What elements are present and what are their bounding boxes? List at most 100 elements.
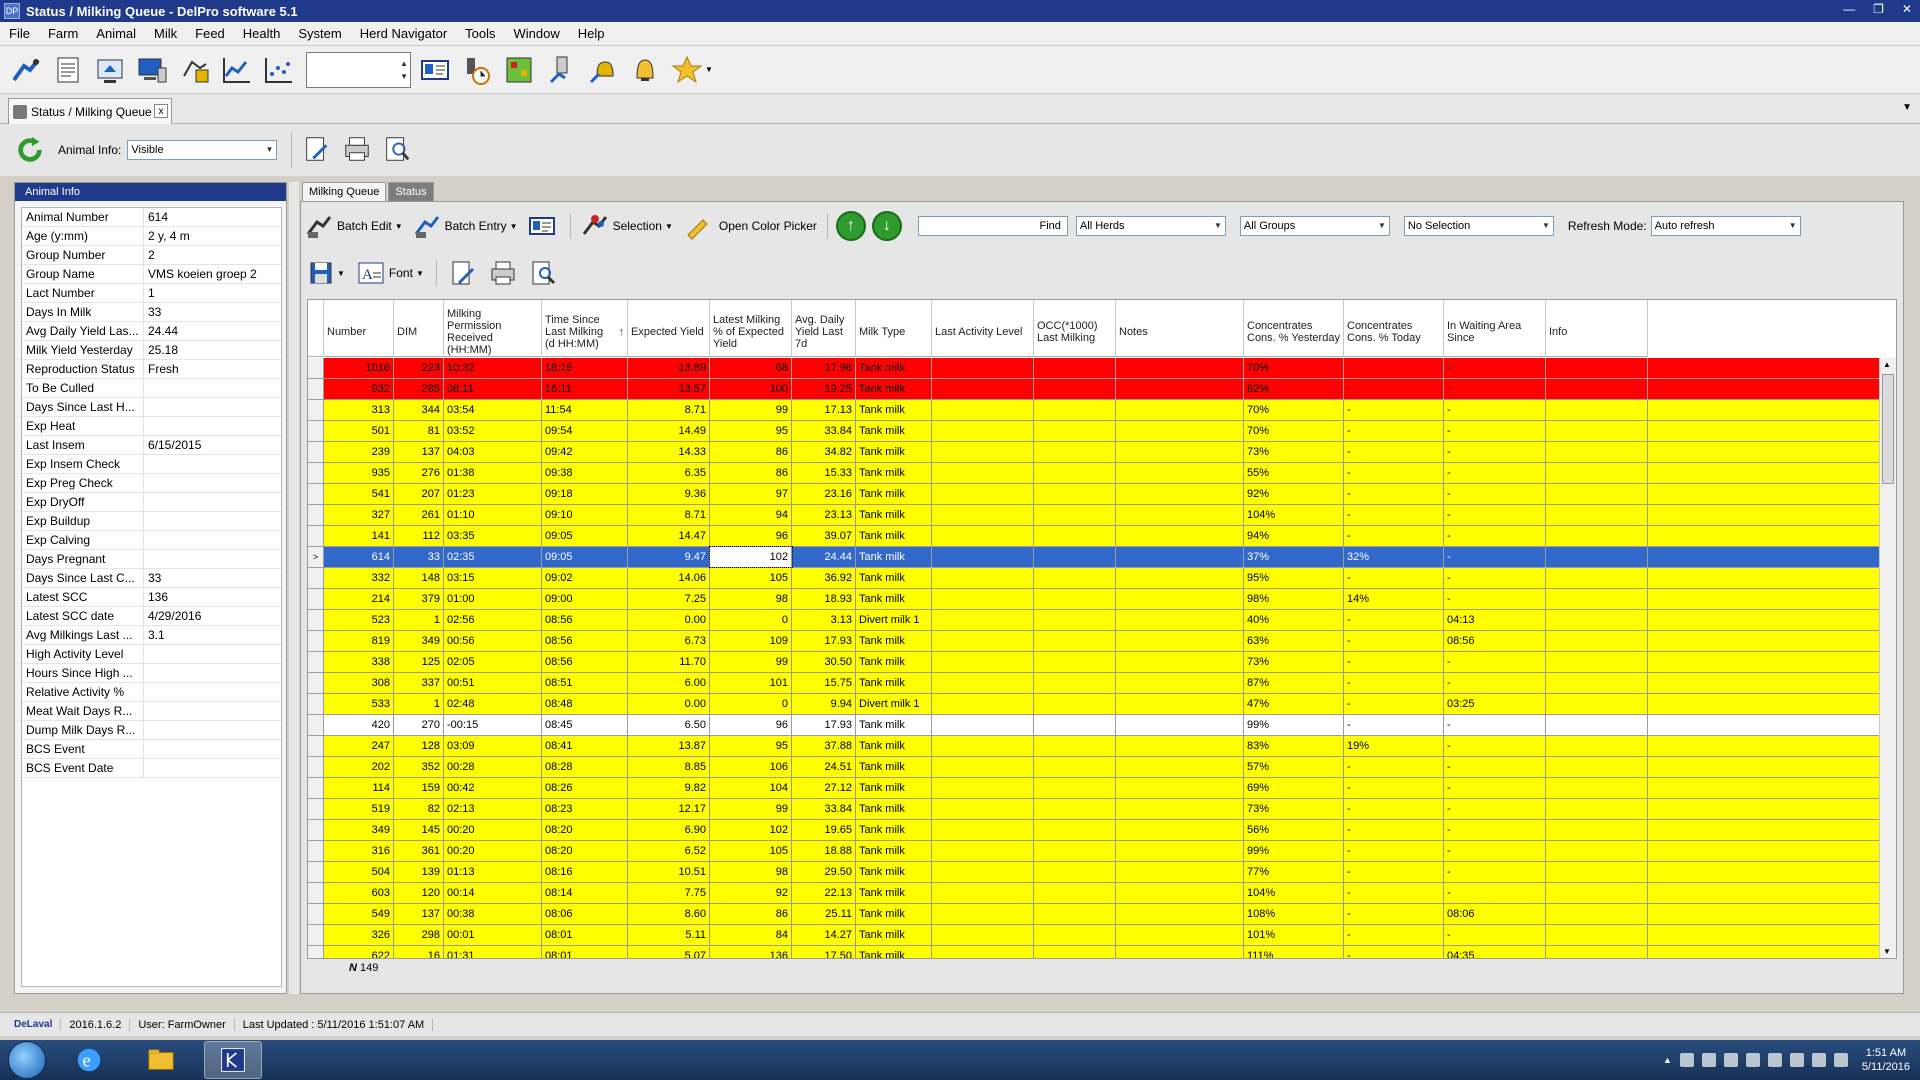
- table-cell[interactable]: 270: [394, 715, 444, 735]
- table-cell[interactable]: 00:56: [444, 631, 542, 651]
- table-cell[interactable]: Tank milk: [856, 778, 932, 798]
- table-cell[interactable]: [932, 442, 1034, 462]
- tab-list-dropdown-icon[interactable]: ▼: [1902, 102, 1912, 113]
- row-indicator[interactable]: [308, 925, 324, 945]
- table-cell[interactable]: 7.25: [628, 589, 710, 609]
- column-header[interactable]: Concentrates Cons. % Yesterday: [1244, 300, 1344, 357]
- table-cell[interactable]: [932, 505, 1034, 525]
- table-cell[interactable]: 02:35: [444, 547, 542, 567]
- table-cell[interactable]: 106: [710, 757, 792, 777]
- table-cell[interactable]: -: [1344, 463, 1444, 483]
- tray-power-icon[interactable]: [1811, 1053, 1826, 1067]
- table-cell[interactable]: 6.90: [628, 820, 710, 840]
- table-cell[interactable]: 94: [710, 505, 792, 525]
- table-cell[interactable]: -: [1344, 904, 1444, 924]
- table-cell[interactable]: 84: [710, 925, 792, 945]
- move-up-arrow-icon[interactable]: ↑: [835, 211, 866, 241]
- table-cell[interactable]: 04:03: [444, 442, 542, 462]
- table-row[interactable]: 114 159 00:42 08:26 9.82 104 27.12 Tank milk 69%…: [308, 778, 1880, 799]
- menu-window[interactable]: Window: [505, 26, 569, 41]
- table-cell[interactable]: 63%: [1244, 631, 1344, 651]
- tab-milking-queue[interactable]: Milking Queue: [302, 182, 387, 201]
- table-cell[interactable]: [932, 568, 1034, 588]
- tray-security-icon[interactable]: [1745, 1053, 1760, 1067]
- table-cell[interactable]: [1116, 589, 1244, 609]
- table-cell[interactable]: 04:35: [1444, 946, 1546, 958]
- table-cell[interactable]: 17.93: [792, 631, 856, 651]
- table-cell[interactable]: 276: [394, 463, 444, 483]
- table-cell[interactable]: [932, 820, 1034, 840]
- table-cell[interactable]: [1034, 358, 1116, 378]
- table-cell[interactable]: Tank milk: [856, 631, 932, 651]
- table-cell[interactable]: 17.93: [792, 715, 856, 735]
- table-cell[interactable]: 14.27: [792, 925, 856, 945]
- table-cell[interactable]: 27.12: [792, 778, 856, 798]
- table-cell[interactable]: 00:28: [444, 757, 542, 777]
- table-cell[interactable]: -: [1444, 820, 1546, 840]
- column-header[interactable]: Avg. Daily Yield Last 7d: [792, 300, 856, 357]
- table-cell[interactable]: 08:20: [542, 841, 628, 861]
- table-cell[interactable]: 09:02: [542, 568, 628, 588]
- table-cell[interactable]: 03:35: [444, 526, 542, 546]
- scrollbar-thumb[interactable]: [1882, 374, 1894, 484]
- table-cell[interactable]: [1034, 463, 1116, 483]
- table-cell[interactable]: 22.13: [792, 883, 856, 903]
- table-cell[interactable]: [1546, 505, 1648, 525]
- table-cell[interactable]: -: [1444, 862, 1546, 882]
- row-indicator[interactable]: [308, 694, 324, 714]
- table-cell[interactable]: 361: [394, 841, 444, 861]
- table-cell[interactable]: 504: [324, 862, 394, 882]
- table-cell[interactable]: [1034, 484, 1116, 504]
- refresh-icon[interactable]: [14, 134, 46, 166]
- table-cell[interactable]: -: [1344, 358, 1444, 378]
- table-cell[interactable]: 8.60: [628, 904, 710, 924]
- table-cell[interactable]: 00:20: [444, 841, 542, 861]
- table-cell[interactable]: -: [1444, 715, 1546, 735]
- minimize-button[interactable]: —: [1843, 2, 1855, 16]
- table-cell[interactable]: 9.82: [628, 778, 710, 798]
- computer-icon[interactable]: [134, 52, 170, 88]
- report-design-icon[interactable]: [302, 134, 332, 167]
- table-cell[interactable]: [1546, 568, 1648, 588]
- table-cell[interactable]: [1116, 526, 1244, 546]
- table-cell[interactable]: [932, 757, 1034, 777]
- table-cell[interactable]: 34.82: [792, 442, 856, 462]
- table-cell[interactable]: 08:51: [542, 673, 628, 693]
- table-row[interactable]: 819 349 00:56 08:56 6.73 109 17.93 Tank milk 63%…: [308, 631, 1880, 652]
- table-cell[interactable]: Tank milk: [856, 925, 932, 945]
- internet-explorer-icon[interactable]: e: [60, 1041, 118, 1079]
- table-cell[interactable]: 603: [324, 883, 394, 903]
- table-cell[interactable]: 08:23: [542, 799, 628, 819]
- tab-status[interactable]: Status: [388, 182, 434, 201]
- table-cell[interactable]: -: [1344, 484, 1444, 504]
- table-cell[interactable]: Divert milk 1: [856, 610, 932, 630]
- row-indicator[interactable]: [308, 379, 324, 399]
- row-indicator[interactable]: [308, 673, 324, 693]
- table-cell[interactable]: Tank milk: [856, 715, 932, 735]
- move-down-arrow-icon[interactable]: ↓: [871, 211, 902, 241]
- table-cell[interactable]: -: [1344, 862, 1444, 882]
- table-cell[interactable]: 7.75: [628, 883, 710, 903]
- table-cell[interactable]: Tank milk: [856, 358, 932, 378]
- table-cell[interactable]: 98%: [1244, 589, 1344, 609]
- table-cell[interactable]: 87%: [1244, 673, 1344, 693]
- table-cell[interactable]: 01:13: [444, 862, 542, 882]
- table-cell[interactable]: -: [1344, 883, 1444, 903]
- batch-entry-button[interactable]: Batch Entry ▼: [413, 212, 518, 240]
- table-cell[interactable]: [1034, 736, 1116, 756]
- font-button[interactable]: A Font ▼: [357, 259, 424, 287]
- grid-print-icon[interactable]: [489, 259, 517, 287]
- table-cell[interactable]: 214: [324, 589, 394, 609]
- table-row[interactable]: 501 81 03:52 09:54 14.49 95 33.84 Tank milk 70% -…: [308, 421, 1880, 442]
- table-cell[interactable]: 102: [709, 546, 793, 568]
- milking-clock-icon[interactable]: [459, 52, 495, 88]
- table-cell[interactable]: 137: [394, 442, 444, 462]
- table-cell[interactable]: 92%: [1244, 484, 1344, 504]
- table-cell[interactable]: [932, 610, 1034, 630]
- table-row[interactable]: 523 1 02:56 08:56 0.00 0 3.13 Divert milk 1 40% -…: [308, 610, 1880, 631]
- table-cell[interactable]: 09:18: [542, 484, 628, 504]
- start-button-icon[interactable]: [8, 1041, 46, 1079]
- table-cell[interactable]: -: [1344, 820, 1444, 840]
- table-cell[interactable]: [1034, 904, 1116, 924]
- table-cell[interactable]: 83%: [1244, 736, 1344, 756]
